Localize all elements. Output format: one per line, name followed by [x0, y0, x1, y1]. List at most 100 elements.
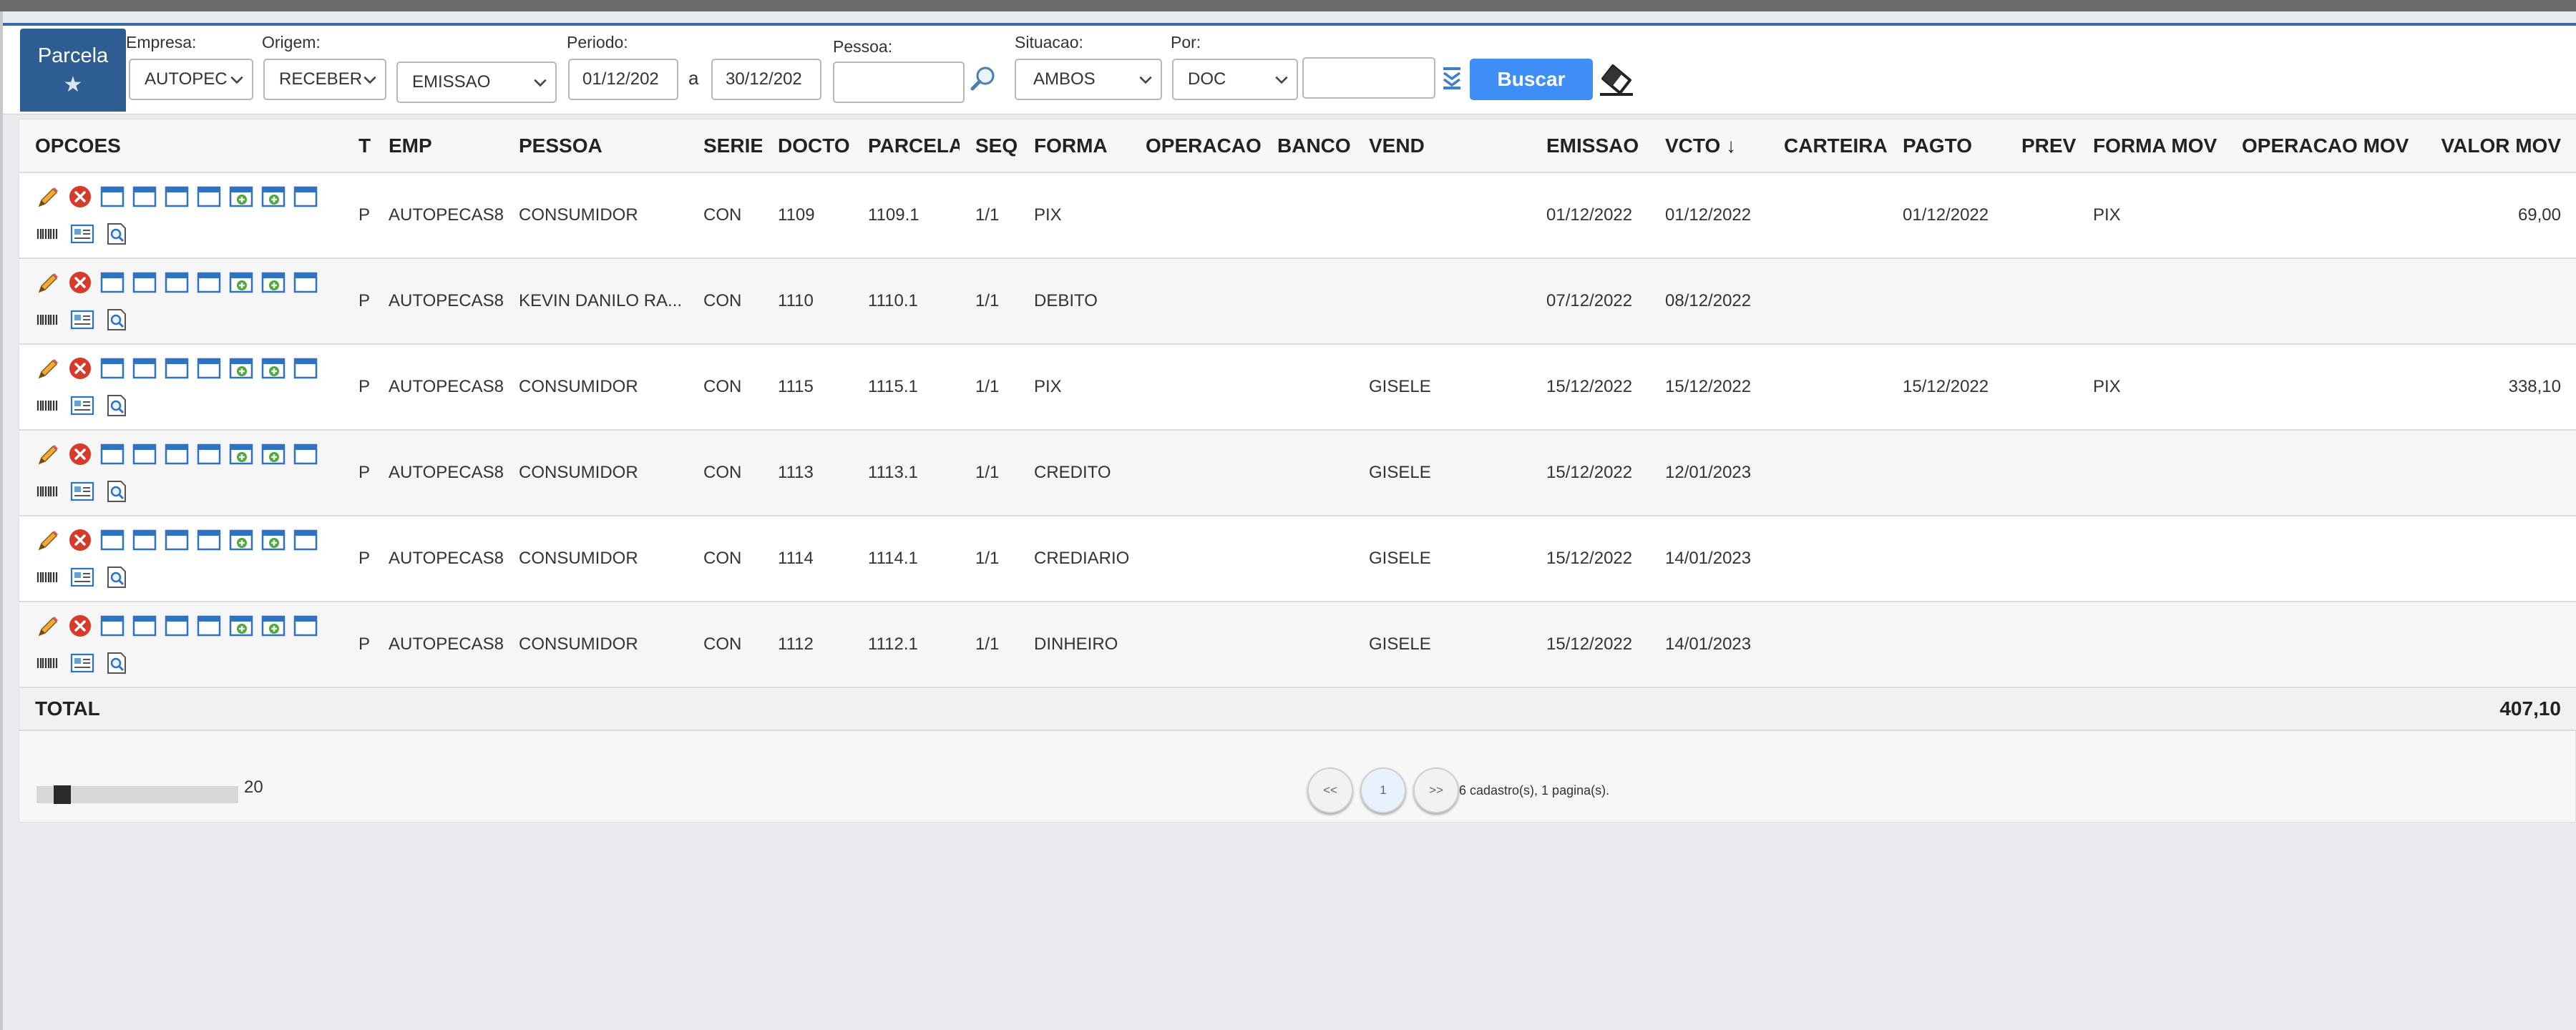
- col-forma[interactable]: FORMA: [1018, 119, 1130, 173]
- col-emp[interactable]: EMP: [373, 119, 503, 173]
- window-icon[interactable]: [132, 185, 157, 209]
- window-icon[interactable]: [99, 442, 125, 466]
- window-icon[interactable]: [132, 614, 157, 638]
- col-t[interactable]: T: [343, 119, 373, 173]
- situacao-select[interactable]: AMBOS: [1015, 59, 1162, 100]
- period-start-input[interactable]: 01/12/202: [568, 59, 678, 100]
- window-add-icon[interactable]: [228, 528, 254, 552]
- window-add-icon[interactable]: [260, 185, 286, 209]
- delete-icon[interactable]: [67, 270, 93, 295]
- card-icon[interactable]: [69, 308, 95, 332]
- col-operacao[interactable]: OPERACAO: [1130, 119, 1262, 173]
- col-carteira[interactable]: CARTEIRA: [1768, 119, 1887, 173]
- window-icon[interactable]: [132, 356, 157, 381]
- barcode-icon[interactable]: [35, 393, 61, 418]
- date-type-select[interactable]: EMISSAO: [396, 62, 557, 103]
- delete-icon[interactable]: [67, 442, 93, 466]
- window-icon[interactable]: [164, 270, 190, 295]
- window-icon[interactable]: [293, 614, 318, 638]
- document-search-icon[interactable]: [104, 222, 130, 246]
- card-icon[interactable]: [69, 565, 95, 589]
- window-icon[interactable]: [99, 614, 125, 638]
- window-icon[interactable]: [196, 614, 222, 638]
- window-icon[interactable]: [196, 528, 222, 552]
- window-icon[interactable]: [196, 442, 222, 466]
- edit-pencil-icon[interactable]: [35, 185, 61, 209]
- window-icon[interactable]: [164, 442, 190, 466]
- window-icon[interactable]: [293, 270, 318, 295]
- window-add-icon[interactable]: [260, 614, 286, 638]
- window-icon[interactable]: [293, 185, 318, 209]
- window-add-icon[interactable]: [228, 270, 254, 295]
- col-pessoa[interactable]: PESSOA: [503, 119, 688, 173]
- slider-handle[interactable]: [54, 785, 71, 804]
- document-search-icon[interactable]: [104, 308, 130, 332]
- module-tab[interactable]: Parcela ★: [20, 29, 126, 112]
- col-vcto[interactable]: VCTO ↓: [1649, 119, 1768, 173]
- page-1-button[interactable]: 1: [1360, 767, 1406, 813]
- eraser-icon[interactable]: [1597, 60, 1637, 97]
- pessoa-input[interactable]: [833, 62, 965, 103]
- col-docto[interactable]: DOCTO: [762, 119, 852, 173]
- col-serie[interactable]: SERIE: [688, 119, 762, 173]
- window-add-icon[interactable]: [260, 270, 286, 295]
- document-search-icon[interactable]: [104, 651, 130, 675]
- window-add-icon[interactable]: [228, 442, 254, 466]
- window-icon[interactable]: [164, 185, 190, 209]
- barcode-icon[interactable]: [35, 565, 61, 589]
- edit-pencil-icon[interactable]: [35, 528, 61, 552]
- window-icon[interactable]: [164, 614, 190, 638]
- delete-icon[interactable]: [67, 614, 93, 638]
- card-icon[interactable]: [69, 393, 95, 418]
- document-search-icon[interactable]: [104, 393, 130, 418]
- table-row[interactable]: P AUTOPECAS8 CONSUMIDOR CON 1109 1109.1 …: [19, 172, 2576, 259]
- card-icon[interactable]: [69, 479, 95, 504]
- window-icon[interactable]: [293, 528, 318, 552]
- table-row[interactable]: P AUTOPECAS8 CONSUMIDOR CON 1113 1113.1 …: [19, 430, 2576, 516]
- col-pagto[interactable]: PAGTO: [1887, 119, 2006, 173]
- col-emissao[interactable]: EMISSAO: [1531, 119, 1649, 173]
- window-icon[interactable]: [99, 270, 125, 295]
- delete-icon[interactable]: [67, 356, 93, 381]
- next-page-button[interactable]: >>: [1413, 767, 1459, 813]
- window-icon[interactable]: [99, 528, 125, 552]
- edit-pencil-icon[interactable]: [35, 442, 61, 466]
- card-icon[interactable]: [69, 222, 95, 246]
- window-icon[interactable]: [164, 528, 190, 552]
- window-icon[interactable]: [99, 185, 125, 209]
- star-icon[interactable]: ★: [20, 72, 126, 97]
- delete-icon[interactable]: [67, 185, 93, 209]
- por-value-input[interactable]: [1302, 57, 1435, 99]
- window-add-icon[interactable]: [260, 442, 286, 466]
- col-parcela[interactable]: PARCELA: [852, 119, 960, 173]
- table-row[interactable]: P AUTOPECAS8 CONSUMIDOR CON 1112 1112.1 …: [19, 602, 2576, 688]
- barcode-icon[interactable]: [35, 479, 61, 504]
- document-search-icon[interactable]: [104, 479, 130, 504]
- document-search-icon[interactable]: [104, 565, 130, 589]
- magnifier-icon[interactable]: [969, 64, 997, 93]
- por-select[interactable]: DOC: [1172, 59, 1298, 100]
- col-valor-mov[interactable]: VALOR MOV: [2439, 119, 2576, 173]
- window-add-icon[interactable]: [228, 614, 254, 638]
- table-row[interactable]: P AUTOPECAS8 KEVIN DANILO RA... CON 1110…: [19, 258, 2576, 345]
- page-size-slider[interactable]: [36, 785, 238, 804]
- window-icon[interactable]: [132, 270, 157, 295]
- window-icon[interactable]: [164, 356, 190, 381]
- barcode-icon[interactable]: [35, 222, 61, 246]
- window-icon[interactable]: [99, 356, 125, 381]
- col-prev[interactable]: PREV: [2006, 119, 2077, 173]
- window-icon[interactable]: [196, 270, 222, 295]
- origem-select[interactable]: RECEBER: [263, 59, 386, 100]
- window-icon[interactable]: [293, 356, 318, 381]
- window-icon[interactable]: [293, 442, 318, 466]
- edit-pencil-icon[interactable]: [35, 270, 61, 295]
- col-operacao-mov[interactable]: OPERACAO MOV: [2226, 119, 2439, 173]
- search-button[interactable]: Buscar: [1470, 59, 1593, 100]
- card-icon[interactable]: [69, 651, 95, 675]
- barcode-icon[interactable]: [35, 651, 61, 675]
- edit-pencil-icon[interactable]: [35, 614, 61, 638]
- window-add-icon[interactable]: [260, 528, 286, 552]
- window-add-icon[interactable]: [260, 356, 286, 381]
- expand-filter-icon[interactable]: [1441, 66, 1463, 90]
- col-seq[interactable]: SEQ: [960, 119, 1018, 173]
